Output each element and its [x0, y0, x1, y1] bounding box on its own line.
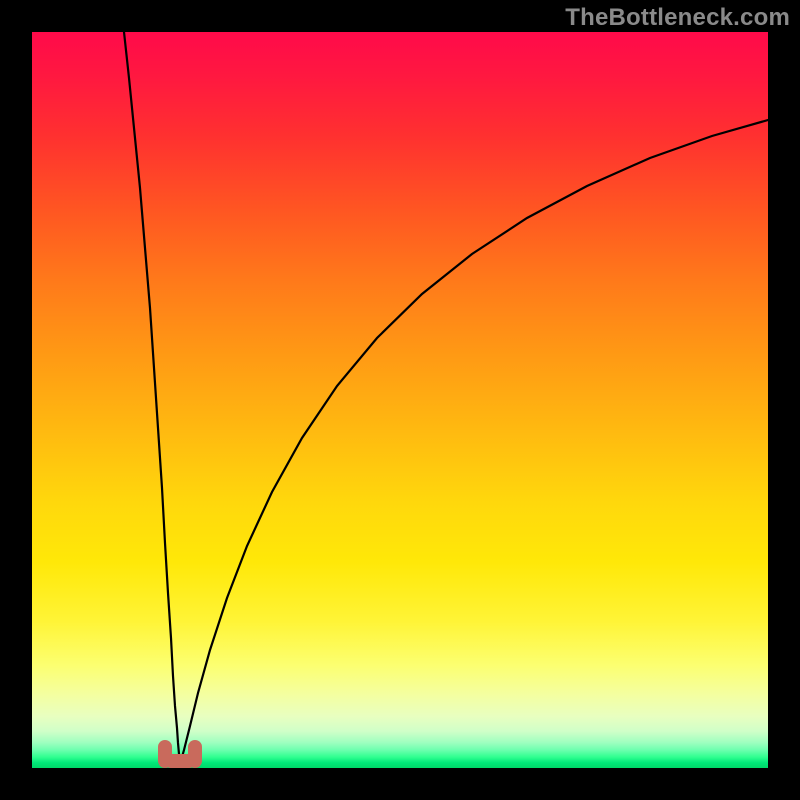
watermark-text: TheBottleneck.com	[565, 4, 790, 32]
plot-area	[32, 32, 768, 768]
dip-marker	[158, 740, 202, 768]
curve-left-branch	[124, 32, 180, 764]
dip-marker-right	[188, 740, 202, 768]
chart-frame: TheBottleneck.com	[0, 0, 800, 800]
curve-right-branch	[180, 120, 768, 764]
bottleneck-curve	[32, 32, 768, 768]
